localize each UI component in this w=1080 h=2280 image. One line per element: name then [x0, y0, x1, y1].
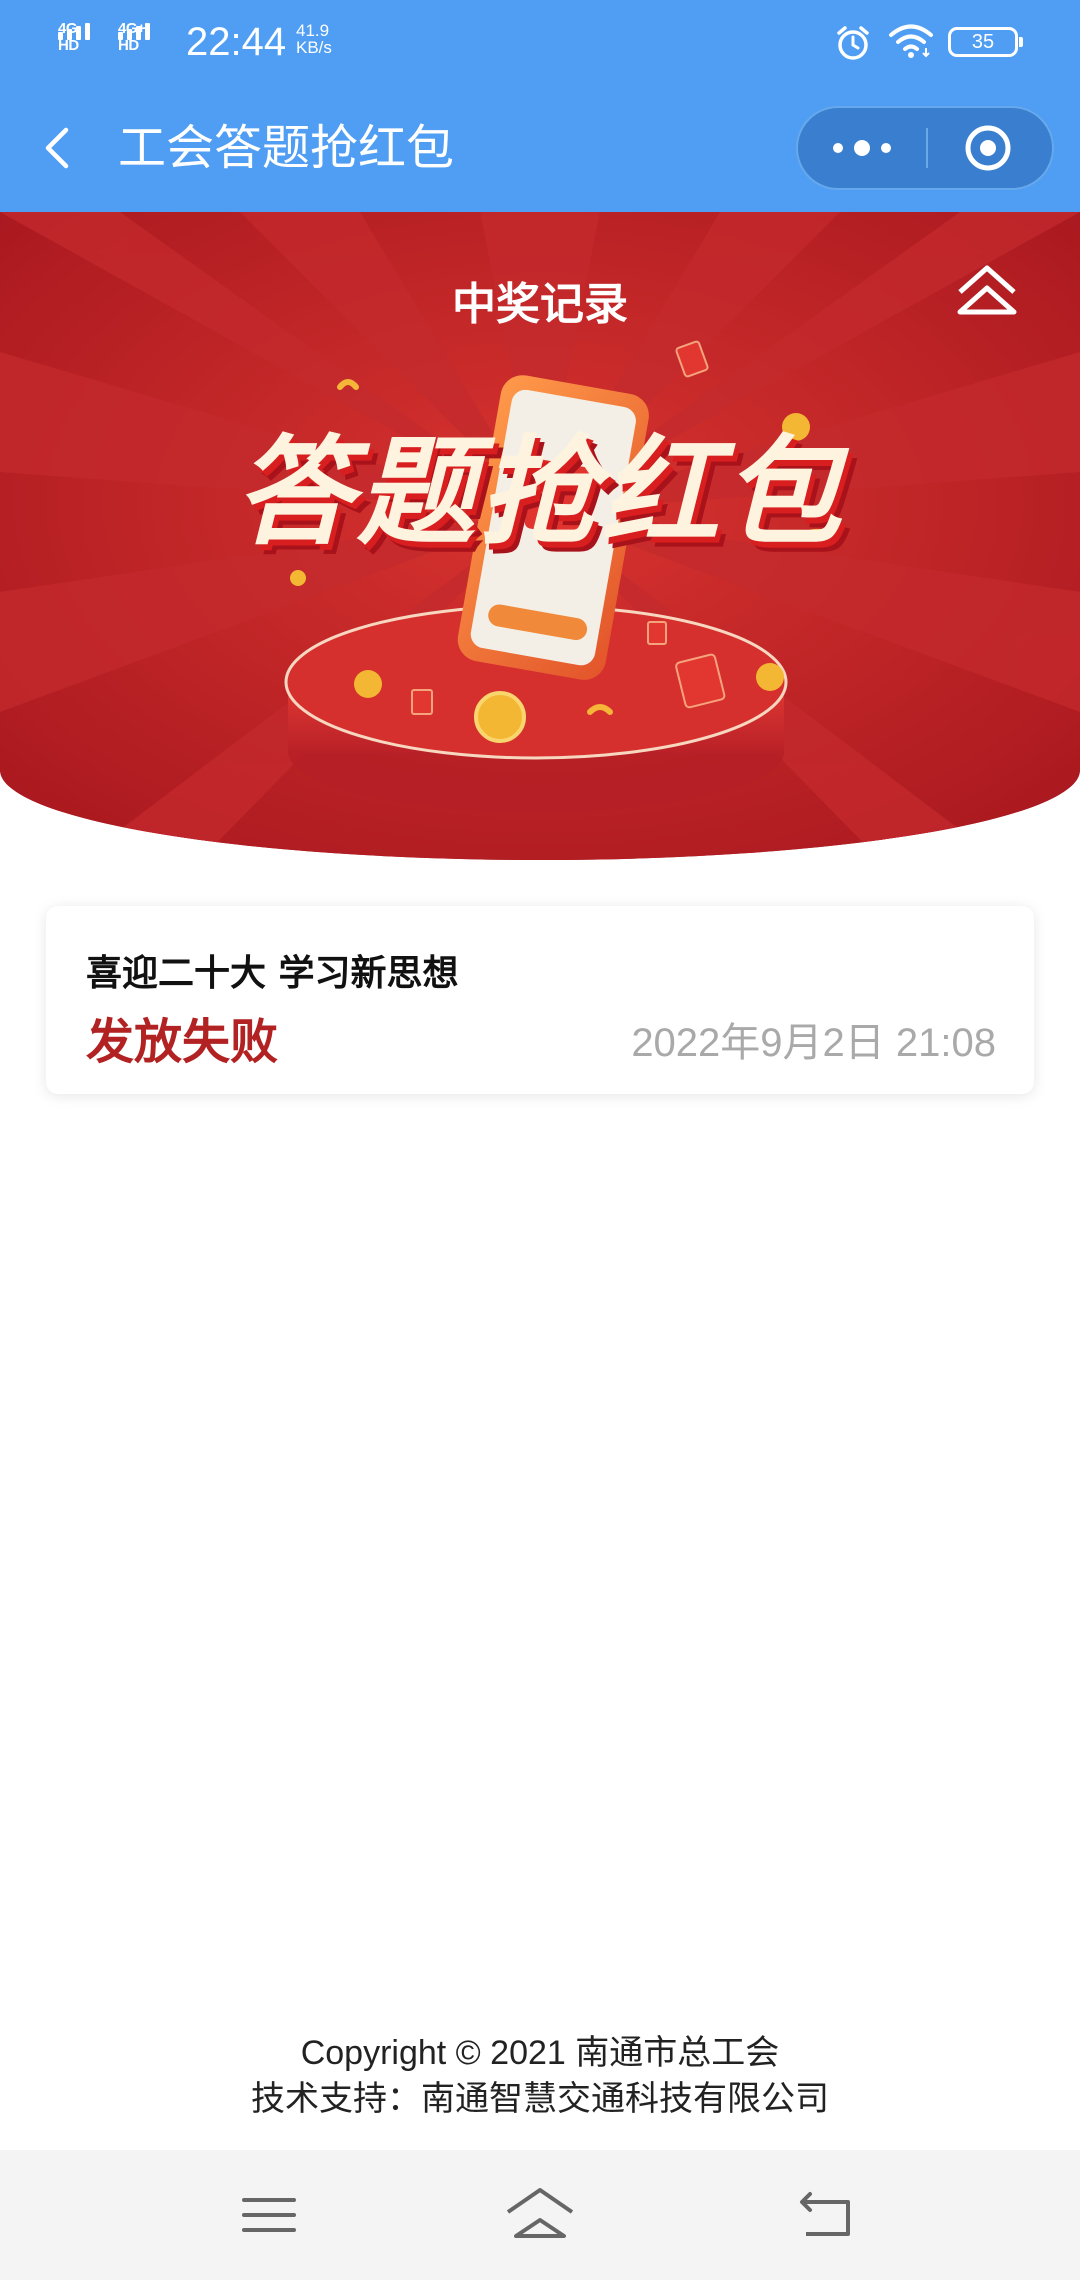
banner-headline: 答题抢红包 [234, 423, 845, 561]
footer: Copyright © 2021 南通市总工会 技术支持：南通智慧交通科技有限公… [0, 2030, 1080, 2122]
record-status: 发放失败 [86, 1014, 279, 1070]
wifi-icon [889, 24, 933, 58]
record-time: 2022年9月2日 21:08 [631, 1021, 996, 1065]
battery-level: 35 [971, 31, 995, 53]
page-title: 工会答题抢红包 [118, 120, 455, 176]
menu-icon [242, 2198, 296, 2232]
home-icon [506, 2188, 574, 2238]
back-arrow-icon [45, 127, 69, 169]
capsule-menu [796, 106, 1054, 190]
system-back-button[interactable] [784, 2180, 864, 2250]
copyright-text: Copyright © 2021 南通市总工会 [300, 2034, 780, 2072]
home-button[interactable] [954, 260, 1020, 324]
network-speed-unit: KB/s [296, 38, 332, 57]
record-title: 喜迎二十大 学习新思想 [86, 953, 459, 994]
record-card[interactable]: 喜迎二十大 学习新思想 发放失败 2022年9月2日 21:08 [46, 906, 1034, 1094]
more-button[interactable] [798, 108, 926, 188]
status-bar: 4G HD 4G+ HD 22:44 41.9 KB/s 35 [0, 0, 1080, 86]
network-speed: 41.9 KB/s [296, 22, 332, 56]
status-clock: 22:44 [186, 20, 287, 64]
system-navigation-bar [0, 2150, 1080, 2280]
back-button[interactable] [36, 118, 86, 178]
close-button[interactable] [928, 108, 1054, 188]
alarm-icon [837, 26, 869, 60]
system-home-button[interactable] [500, 2180, 580, 2250]
home-icon [957, 265, 1017, 315]
banner-title: 中奖记录 [452, 279, 628, 330]
more-dots-icon [833, 140, 891, 156]
close-target-icon [965, 125, 1011, 171]
network-speed-value: 41.9 [296, 21, 330, 40]
battery-icon: 35 [948, 27, 1023, 57]
banner: 中奖记录 答题抢红包 [0, 212, 1080, 860]
tech-support-text: 技术支持：南通智慧交通科技有限公司 [251, 2079, 829, 2119]
recent-apps-button[interactable] [230, 2180, 310, 2250]
back-icon [800, 2192, 850, 2236]
mini-program-navbar: 工会答题抢红包 [0, 86, 1080, 212]
